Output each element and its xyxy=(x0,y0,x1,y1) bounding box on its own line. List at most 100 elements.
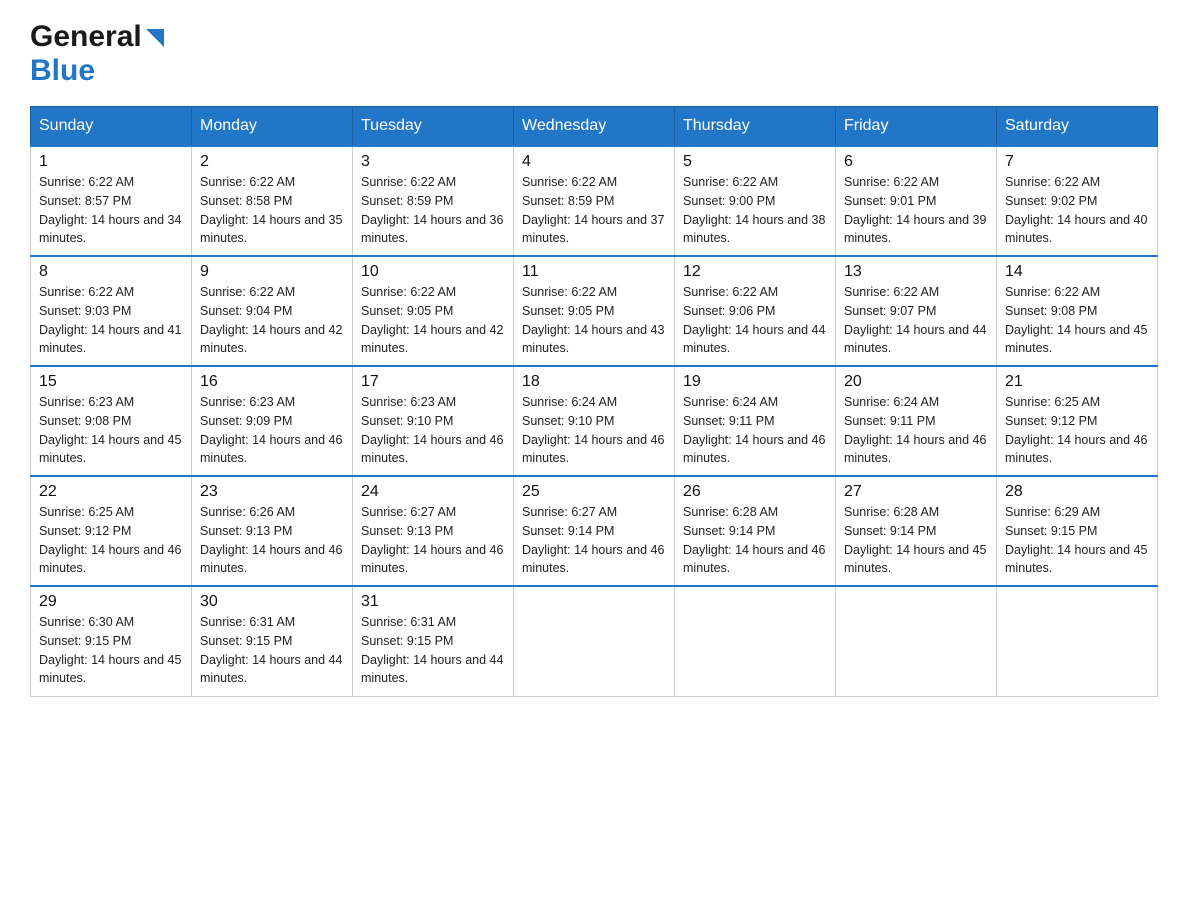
day-cell-13: 13 Sunrise: 6:22 AMSunset: 9:07 PMDayligh… xyxy=(836,256,997,366)
week-row-5: 29 Sunrise: 6:30 AMSunset: 9:15 PMDayligh… xyxy=(31,586,1158,696)
day-number: 11 xyxy=(522,263,666,281)
day-info: Sunrise: 6:24 AMSunset: 9:11 PMDaylight:… xyxy=(683,395,825,465)
day-headers-row: SundayMondayTuesdayWednesdayThursdayFrid… xyxy=(31,107,1158,147)
day-info: Sunrise: 6:22 AMSunset: 9:05 PMDaylight:… xyxy=(361,285,503,355)
day-number: 14 xyxy=(1005,263,1149,281)
day-number: 26 xyxy=(683,483,827,501)
logo: General Blue xyxy=(30,20,166,88)
calendar-table: SundayMondayTuesdayWednesdayThursdayFrid… xyxy=(30,106,1158,697)
day-header-sunday: Sunday xyxy=(31,107,192,147)
day-number: 2 xyxy=(200,153,344,171)
day-cell-19: 19 Sunrise: 6:24 AMSunset: 9:11 PMDayligh… xyxy=(675,366,836,476)
day-cell-17: 17 Sunrise: 6:23 AMSunset: 9:10 PMDayligh… xyxy=(353,366,514,476)
day-number: 19 xyxy=(683,373,827,391)
day-number: 21 xyxy=(1005,373,1149,391)
day-cell-22: 22 Sunrise: 6:25 AMSunset: 9:12 PMDayligh… xyxy=(31,476,192,586)
day-cell-7: 7 Sunrise: 6:22 AMSunset: 9:02 PMDaylight… xyxy=(997,146,1158,256)
week-row-4: 22 Sunrise: 6:25 AMSunset: 9:12 PMDayligh… xyxy=(31,476,1158,586)
day-cell-25: 25Sunrise: 6:27 AMSunset: 9:14 PMDayligh… xyxy=(514,476,675,586)
empty-cell xyxy=(836,586,997,696)
day-info: Sunrise: 6:22 AMSunset: 9:03 PMDaylight:… xyxy=(39,285,181,355)
day-cell-6: 6 Sunrise: 6:22 AMSunset: 9:01 PMDaylight… xyxy=(836,146,997,256)
week-row-1: 1 Sunrise: 6:22 AMSunset: 8:57 PMDaylight… xyxy=(31,146,1158,256)
day-number: 17 xyxy=(361,373,505,391)
logo-arrow-icon xyxy=(144,27,166,49)
day-number: 4 xyxy=(522,153,666,171)
day-info: Sunrise: 6:22 AMSunset: 9:08 PMDaylight:… xyxy=(1005,285,1147,355)
day-cell-14: 14 Sunrise: 6:22 AMSunset: 9:08 PMDayligh… xyxy=(997,256,1158,366)
day-number: 12 xyxy=(683,263,827,281)
day-info: Sunrise: 6:31 AMSunset: 9:15 PMDaylight:… xyxy=(361,615,503,685)
day-info: Sunrise: 6:23 AMSunset: 9:10 PMDaylight:… xyxy=(361,395,503,465)
empty-cell xyxy=(514,586,675,696)
day-cell-16: 16 Sunrise: 6:23 AMSunset: 9:09 PMDayligh… xyxy=(192,366,353,476)
day-cell-9: 9 Sunrise: 6:22 AMSunset: 9:04 PMDaylight… xyxy=(192,256,353,366)
day-header-friday: Friday xyxy=(836,107,997,147)
day-cell-2: 2Sunrise: 6:22 AMSunset: 8:58 PMDaylight… xyxy=(192,146,353,256)
day-info: Sunrise: 6:25 AMSunset: 9:12 PMDaylight:… xyxy=(1005,395,1147,465)
day-header-saturday: Saturday xyxy=(997,107,1158,147)
day-info: Sunrise: 6:25 AMSunset: 9:12 PMDaylight:… xyxy=(39,505,181,575)
empty-cell xyxy=(675,586,836,696)
day-info: Sunrise: 6:22 AMSunset: 9:01 PMDaylight:… xyxy=(844,175,986,245)
day-header-wednesday: Wednesday xyxy=(514,107,675,147)
day-number: 15 xyxy=(39,373,183,391)
day-info: Sunrise: 6:22 AMSunset: 9:04 PMDaylight:… xyxy=(200,285,342,355)
day-cell-3: 3Sunrise: 6:22 AMSunset: 8:59 PMDaylight… xyxy=(353,146,514,256)
day-number: 31 xyxy=(361,593,505,611)
day-cell-15: 15 Sunrise: 6:23 AMSunset: 9:08 PMDayligh… xyxy=(31,366,192,476)
day-number: 24 xyxy=(361,483,505,501)
day-cell-20: 20 Sunrise: 6:24 AMSunset: 9:11 PMDayligh… xyxy=(836,366,997,476)
day-info: Sunrise: 6:24 AMSunset: 9:10 PMDaylight:… xyxy=(522,395,664,465)
day-info: Sunrise: 6:22 AMSunset: 9:07 PMDaylight:… xyxy=(844,285,986,355)
day-info: Sunrise: 6:30 AMSunset: 9:15 PMDaylight:… xyxy=(39,615,181,685)
day-number: 22 xyxy=(39,483,183,501)
day-number: 23 xyxy=(200,483,344,501)
day-info: Sunrise: 6:22 AMSunset: 9:06 PMDaylight:… xyxy=(683,285,825,355)
logo-blue-text: Blue xyxy=(30,54,95,87)
day-cell-12: 12 Sunrise: 6:22 AMSunset: 9:06 PMDayligh… xyxy=(675,256,836,366)
day-number: 16 xyxy=(200,373,344,391)
day-cell-4: 4 Sunrise: 6:22 AMSunset: 8:59 PMDaylight… xyxy=(514,146,675,256)
day-info: Sunrise: 6:23 AMSunset: 9:08 PMDaylight:… xyxy=(39,395,181,465)
day-info: Sunrise: 6:27 AMSunset: 9:13 PMDaylight:… xyxy=(361,505,503,575)
logo-general-text: General xyxy=(30,20,142,54)
day-cell-8: 8 Sunrise: 6:22 AMSunset: 9:03 PMDaylight… xyxy=(31,256,192,366)
empty-cell xyxy=(997,586,1158,696)
day-cell-10: 10 Sunrise: 6:22 AMSunset: 9:05 PMDayligh… xyxy=(353,256,514,366)
page-header: General Blue xyxy=(30,20,1158,88)
day-number: 18 xyxy=(522,373,666,391)
day-number: 13 xyxy=(844,263,988,281)
day-number: 9 xyxy=(200,263,344,281)
day-number: 6 xyxy=(844,153,988,171)
day-cell-5: 5Sunrise: 6:22 AMSunset: 9:00 PMDaylight… xyxy=(675,146,836,256)
day-number: 20 xyxy=(844,373,988,391)
day-info: Sunrise: 6:24 AMSunset: 9:11 PMDaylight:… xyxy=(844,395,986,465)
day-cell-29: 29 Sunrise: 6:30 AMSunset: 9:15 PMDayligh… xyxy=(31,586,192,696)
day-info: Sunrise: 6:23 AMSunset: 9:09 PMDaylight:… xyxy=(200,395,342,465)
day-info: Sunrise: 6:22 AMSunset: 9:02 PMDaylight:… xyxy=(1005,175,1147,245)
day-cell-26: 26 Sunrise: 6:28 AMSunset: 9:14 PMDayligh… xyxy=(675,476,836,586)
day-number: 8 xyxy=(39,263,183,281)
day-cell-30: 30 Sunrise: 6:31 AMSunset: 9:15 PMDayligh… xyxy=(192,586,353,696)
day-header-thursday: Thursday xyxy=(675,107,836,147)
day-info: Sunrise: 6:22 AMSunset: 8:57 PMDaylight:… xyxy=(39,175,181,245)
day-number: 7 xyxy=(1005,153,1149,171)
day-info: Sunrise: 6:31 AMSunset: 9:15 PMDaylight:… xyxy=(200,615,342,685)
day-cell-24: 24 Sunrise: 6:27 AMSunset: 9:13 PMDayligh… xyxy=(353,476,514,586)
day-cell-21: 21 Sunrise: 6:25 AMSunset: 9:12 PMDayligh… xyxy=(997,366,1158,476)
week-row-3: 15 Sunrise: 6:23 AMSunset: 9:08 PMDayligh… xyxy=(31,366,1158,476)
day-info: Sunrise: 6:27 AMSunset: 9:14 PMDaylight:… xyxy=(522,505,664,575)
day-number: 3 xyxy=(361,153,505,171)
day-info: Sunrise: 6:22 AMSunset: 8:59 PMDaylight:… xyxy=(522,175,664,245)
day-info: Sunrise: 6:28 AMSunset: 9:14 PMDaylight:… xyxy=(683,505,825,575)
day-number: 10 xyxy=(361,263,505,281)
day-number: 5 xyxy=(683,153,827,171)
day-number: 1 xyxy=(39,153,183,171)
day-info: Sunrise: 6:26 AMSunset: 9:13 PMDaylight:… xyxy=(200,505,342,575)
week-row-2: 8 Sunrise: 6:22 AMSunset: 9:03 PMDaylight… xyxy=(31,256,1158,366)
day-cell-18: 18 Sunrise: 6:24 AMSunset: 9:10 PMDayligh… xyxy=(514,366,675,476)
day-number: 29 xyxy=(39,593,183,611)
day-number: 30 xyxy=(200,593,344,611)
day-number: 28 xyxy=(1005,483,1149,501)
